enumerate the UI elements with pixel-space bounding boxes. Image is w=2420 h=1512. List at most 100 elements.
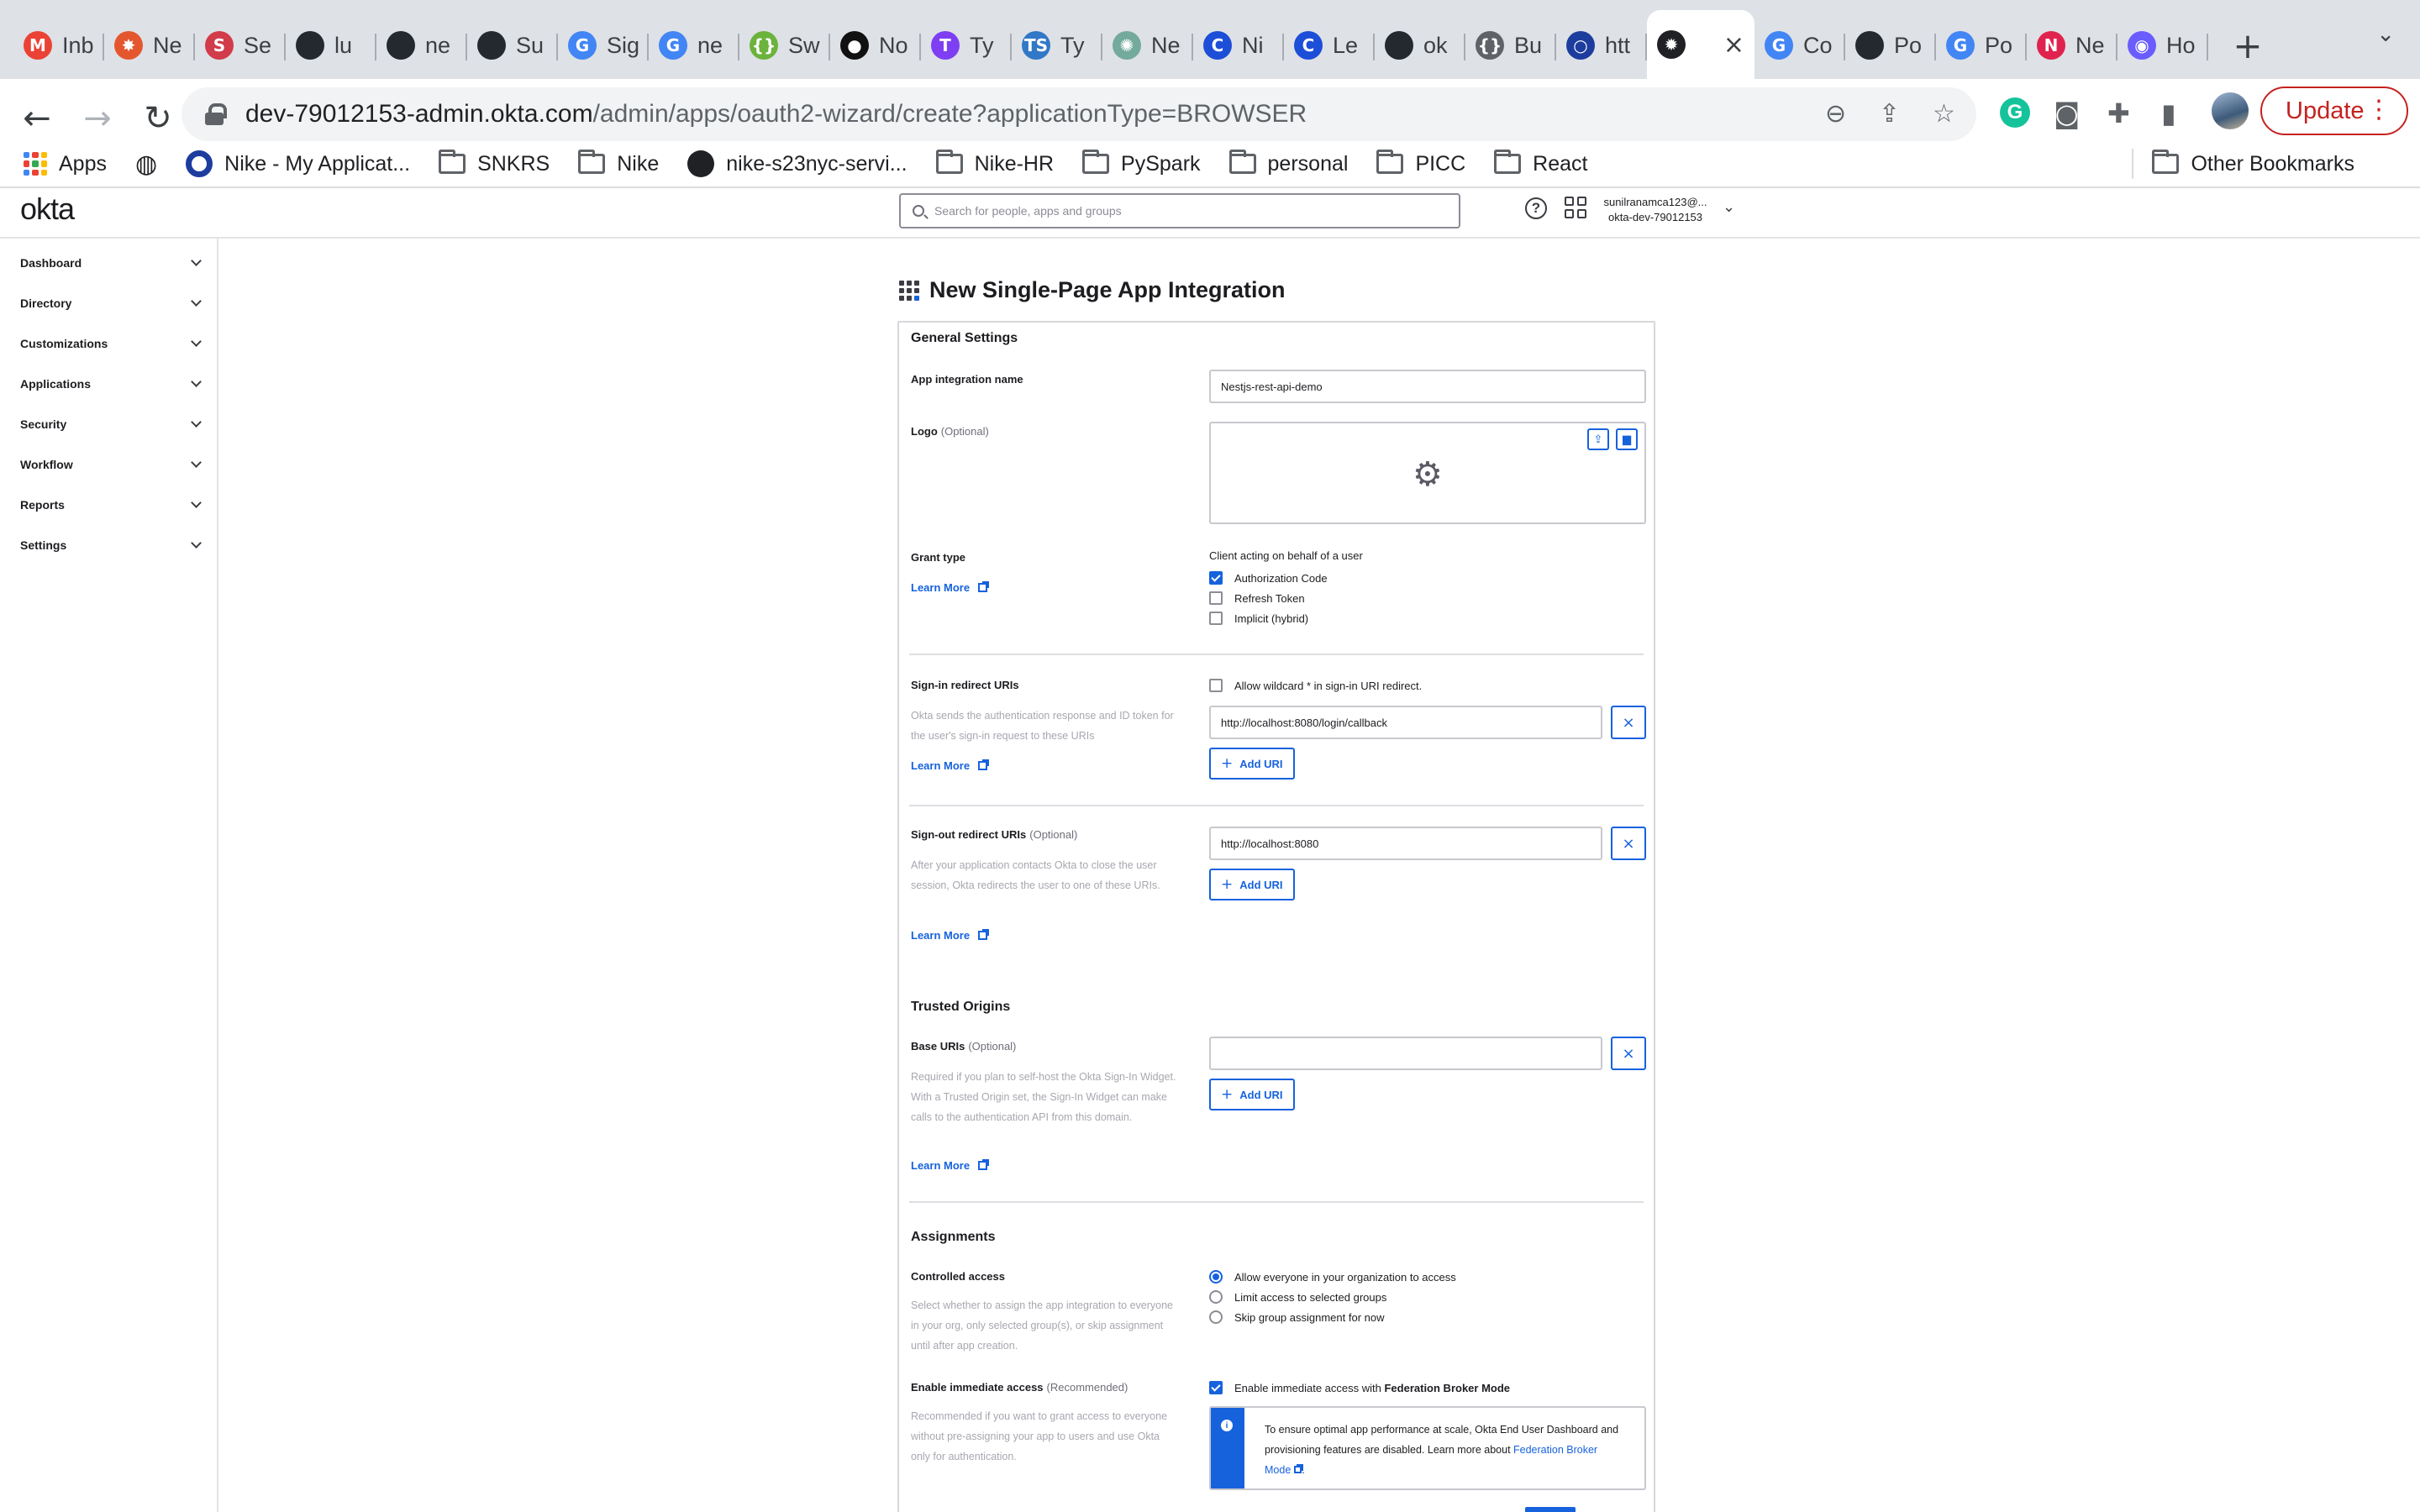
browser-tab[interactable]: G Sig (558, 12, 649, 79)
sidebar-item-settings[interactable]: Settings (20, 533, 202, 558)
bookmark-apps[interactable]: Apps (24, 152, 107, 176)
access-option-skip[interactable]: Skip group assignment for now (1209, 1307, 1384, 1327)
browser-tab[interactable]: C Ni (1193, 12, 1284, 79)
checkbox[interactable] (1209, 679, 1223, 692)
bookmark-snkrs[interactable]: SNKRS (439, 150, 550, 176)
browser-tab[interactable]: TS Ty (1012, 12, 1102, 79)
sidebar-item-dashboard[interactable]: Dashboard (20, 250, 202, 276)
more-menu-icon[interactable]: ⋮ (2366, 95, 2391, 124)
browser-tab[interactable]: ✺ Ne (1102, 12, 1193, 79)
reload-icon[interactable]: ↻ (131, 92, 185, 145)
upload-icon[interactable]: ⇪ (1587, 428, 1609, 450)
allow-wildcard-checkbox[interactable]: Allow wildcard * in sign-in URI redirect… (1209, 675, 1422, 696)
browser-tab[interactable]: ok (1375, 12, 1465, 79)
bookmark-nike-s23[interactable]: nike-s23nyc-servi... (687, 150, 908, 177)
browser-tab[interactable]: ne (376, 12, 467, 79)
sidebar-item-reports[interactable]: Reports (20, 492, 202, 517)
base-uri-input[interactable] (1209, 1037, 1602, 1070)
remove-signin-uri-button[interactable]: × (1611, 706, 1646, 739)
browser-tab[interactable]: lu (286, 12, 376, 79)
checkbox[interactable] (1209, 612, 1223, 625)
browser-tab[interactable]: {} Sw (739, 12, 830, 79)
add-signout-uri-button[interactable]: + Add URI (1209, 869, 1295, 900)
radio-button[interactable] (1209, 1290, 1223, 1304)
signin-learn-more[interactable]: Learn More (911, 759, 990, 772)
browser-tab[interactable]: G Co (1754, 12, 1845, 79)
add-base-uri-button[interactable]: + Add URI (1209, 1079, 1295, 1110)
browser-tab[interactable]: T Ty (921, 12, 1012, 79)
new-tab-button[interactable]: + (2218, 12, 2277, 79)
browser-tab[interactable]: ○ htt (1556, 12, 1647, 79)
global-search[interactable] (899, 193, 1460, 228)
save-button[interactable] (1525, 1507, 1576, 1512)
base-uris-learn-more[interactable]: Learn More (911, 1159, 990, 1172)
browser-tab[interactable]: ✹ × (1647, 10, 1754, 79)
signout-learn-more[interactable]: Learn More (911, 929, 990, 942)
user-menu[interactable]: sunilranamca123@... okta-dev-79012153 (1597, 195, 1714, 225)
url-text[interactable]: dev-79012153-admin.okta.com/admin/apps/o… (245, 100, 1307, 129)
sidebar-item-directory[interactable]: Directory (20, 291, 202, 316)
browser-tab[interactable]: ● No (830, 12, 921, 79)
remove-signout-uri-button[interactable]: × (1611, 827, 1646, 860)
trash-icon[interactable]: ▆ (1616, 428, 1638, 450)
sidebar-item-security[interactable]: Security (20, 412, 202, 437)
bookmark-picc[interactable]: PICC (1376, 150, 1465, 176)
extensions-puzzle-icon[interactable]: ✚ (2107, 97, 2130, 129)
bookmark-other[interactable]: Other Bookmarks (2152, 150, 2354, 176)
access-option-everyone[interactable]: Allow everyone in your organization to a… (1209, 1267, 1456, 1287)
help-icon[interactable]: ? (1525, 197, 1547, 219)
logo-dropzone[interactable]: ⇪ ▆ ⚙ (1209, 422, 1646, 524)
close-tab-icon[interactable]: × (1723, 30, 1744, 60)
okta-logo[interactable]: okta (20, 192, 75, 227)
chevron-down-icon[interactable]: ⌄ (1723, 198, 1735, 216)
back-arrow-icon[interactable]: ← (10, 92, 64, 145)
zoom-icon[interactable]: ⊖ (1825, 99, 1846, 129)
grant-refresh-token[interactable]: Refresh Token (1209, 588, 1305, 608)
bookmark-pyspark[interactable]: PySpark (1082, 150, 1201, 176)
camera-extension-icon[interactable]: ◙ (2054, 97, 2080, 129)
sidebar-item-customizations[interactable]: Customizations (20, 331, 202, 356)
bookmark-personal[interactable]: personal (1228, 150, 1348, 176)
browser-tab[interactable]: C Le (1284, 12, 1375, 79)
checkbox[interactable] (1209, 1381, 1223, 1394)
checkbox[interactable] (1209, 591, 1223, 605)
bookmark-globe[interactable]: ◍ (135, 150, 157, 179)
browser-tab[interactable]: N Ne (2027, 12, 2118, 79)
grant-authorization-code[interactable]: Authorization Code (1209, 568, 1328, 588)
grant-implicit[interactable]: Implicit (hybrid) (1209, 608, 1308, 628)
remove-base-uri-button[interactable]: × (1611, 1037, 1646, 1070)
bookmark-star-icon[interactable]: ☆ (1933, 99, 1955, 129)
grammarly-extension-icon[interactable]: G (2000, 97, 2030, 128)
share-icon[interactable]: ⇪ (1879, 99, 1900, 129)
bookmark-nike-hr[interactable]: Nike-HR (935, 150, 1054, 176)
sidebar-item-applications[interactable]: Applications (20, 371, 202, 396)
radio-button[interactable] (1209, 1270, 1223, 1284)
browser-tab[interactable]: Su (467, 12, 558, 79)
sidebar-item-workflow[interactable]: Workflow (20, 452, 202, 477)
checkbox[interactable] (1209, 571, 1223, 585)
grant-type-learn-more[interactable]: Learn More (911, 581, 990, 594)
add-signin-uri-button[interactable]: + Add URI (1209, 748, 1295, 780)
browser-tab[interactable]: ✸ Ne (104, 12, 195, 79)
address-bar[interactable]: dev-79012153-admin.okta.com/admin/apps/o… (182, 87, 1976, 141)
profile-avatar[interactable] (2212, 92, 2249, 129)
app-switcher-icon[interactable] (1565, 197, 1586, 218)
browser-tab[interactable]: G Po (1936, 12, 2027, 79)
signout-uri-input[interactable]: http://localhost:8080 (1209, 827, 1602, 860)
browser-tab[interactable]: ◉ Ho (2118, 12, 2208, 79)
browser-tab[interactable]: Gne (649, 12, 739, 79)
browser-tab[interactable]: Po (1845, 12, 1936, 79)
access-option-groups[interactable]: Limit access to selected groups (1209, 1287, 1386, 1307)
update-button[interactable]: Update ⋮ (2260, 87, 2408, 135)
bookmark-react[interactable]: React (1494, 150, 1587, 176)
search-input[interactable] (934, 204, 1439, 218)
lock-icon[interactable] (205, 103, 227, 125)
signin-uri-input[interactable]: http://localhost:8080/login/callback (1209, 706, 1602, 739)
app-name-input[interactable]: Nestjs-rest-api-demo (1209, 370, 1646, 403)
radio-button[interactable] (1209, 1310, 1223, 1324)
bookmark-nike-app[interactable]: Nike - My Applicat... (186, 150, 410, 177)
side-panel-icon[interactable]: ▮ (2161, 97, 2176, 129)
forward-arrow-icon[interactable]: → (71, 92, 124, 145)
browser-tab[interactable]: M Inb (13, 12, 104, 79)
browser-tab[interactable]: {} Bu (1465, 12, 1556, 79)
